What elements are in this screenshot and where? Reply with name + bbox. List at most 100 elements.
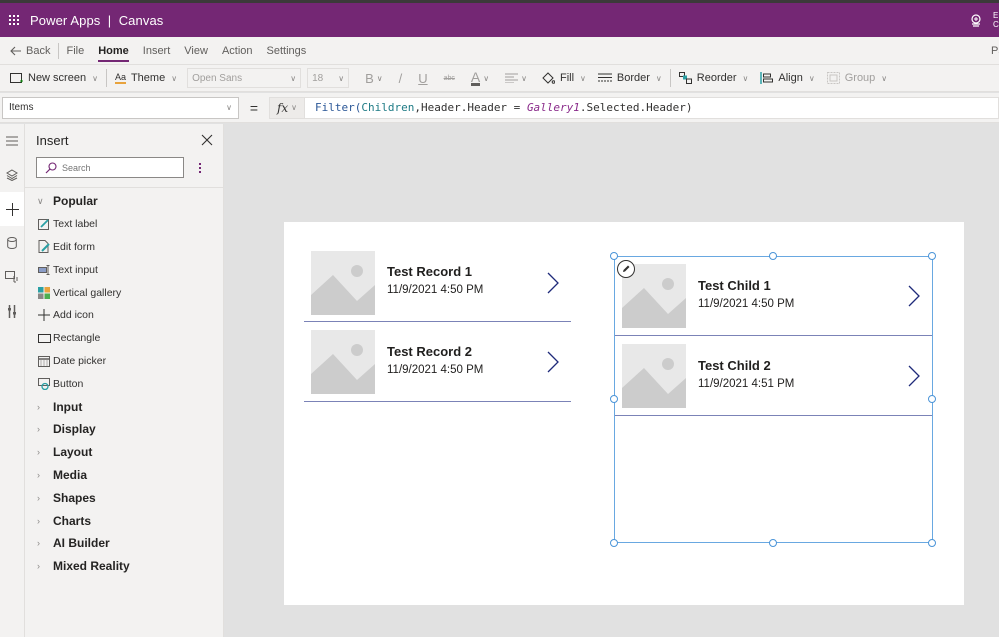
app-checker-icon[interactable] — [969, 13, 983, 27]
chevron-down-icon: ∨ — [171, 73, 178, 83]
fill-button[interactable]: Fill ∨ — [535, 65, 592, 92]
category-mixed-reality[interactable]: › Mixed Reality — [25, 555, 224, 578]
align-button[interactable]: Align ∨ — [754, 65, 820, 92]
date-picker-icon — [38, 355, 50, 367]
rail-insert[interactable] — [0, 192, 24, 226]
border-button[interactable]: Border ∨ — [592, 65, 668, 92]
close-icon[interactable] — [200, 133, 214, 147]
item-label: Vertical gallery — [53, 286, 122, 299]
category-label: Media — [53, 467, 88, 482]
insert-item-text-label[interactable]: Text label — [25, 213, 224, 236]
insert-search-box — [36, 157, 184, 178]
chevron-down-icon: ∨ — [580, 73, 586, 83]
insert-item-vertical-gallery[interactable]: Vertical gallery — [25, 281, 224, 304]
font-color-button[interactable]: A ∨ — [463, 70, 497, 86]
font-size-value: 18 — [312, 72, 324, 84]
group-button[interactable]: Group ∨ — [821, 65, 893, 92]
layers-icon — [6, 169, 18, 181]
tree-view-toggle[interactable] — [0, 124, 24, 158]
category-label: Layout — [53, 445, 93, 460]
chevron-right-icon: › — [37, 447, 40, 458]
category-input[interactable]: › Input — [25, 395, 224, 418]
app-screen[interactable]: Test Record 1 11/9/2021 4:50 PM Test Rec… — [284, 222, 964, 605]
chevron-right-icon: › — [37, 561, 40, 572]
edit-gallery-button[interactable] — [617, 260, 635, 278]
group-label: Group — [844, 72, 876, 84]
fx-button[interactable]: fx ∨ — [269, 96, 305, 119]
bold-icon: B — [365, 70, 374, 86]
chevron-down-icon: ∨ — [92, 73, 98, 83]
reorder-button[interactable]: Reorder ∨ — [673, 65, 755, 92]
fill-label: Fill — [559, 72, 575, 84]
formula-function: Filter( — [315, 101, 362, 114]
resize-handle-top-left[interactable] — [610, 252, 618, 260]
category-media[interactable]: › Media — [25, 464, 224, 487]
category-label: Input — [53, 399, 83, 414]
formula-input[interactable]: Filter(Children ,Header.Header = Gallery1… — [305, 96, 999, 119]
rail-media[interactable] — [0, 260, 24, 294]
record-title: Test Record 2 — [387, 344, 473, 359]
italic-button[interactable]: / — [391, 71, 411, 86]
menu-insert-label: Insert — [142, 44, 171, 57]
strikethrough-button[interactable]: abc — [436, 75, 463, 82]
resize-handle-middle-left[interactable] — [610, 395, 618, 403]
insert-item-add-icon[interactable]: Add icon — [25, 304, 224, 327]
back-button[interactable]: Back — [0, 42, 60, 59]
chevron-right-icon[interactable] — [547, 351, 559, 373]
resize-handle-bottom-center[interactable] — [769, 539, 777, 547]
media-icon — [5, 271, 18, 283]
insert-item-button[interactable]: Button — [25, 372, 224, 395]
category-charts[interactable]: › Charts — [25, 509, 224, 532]
item-label: Date picker — [53, 354, 107, 367]
menu-bar: Back File Home Insert View Action Settin… — [0, 37, 999, 65]
pane-divider — [25, 187, 224, 188]
group-icon — [826, 72, 840, 84]
font-family-select[interactable]: Open Sans ∨ — [187, 68, 302, 88]
more-options-icon[interactable] — [195, 159, 205, 177]
back-label: Back — [26, 44, 51, 57]
menu-insert[interactable]: Insert — [136, 37, 178, 65]
resize-handle-middle-right[interactable] — [928, 395, 936, 403]
menu-action[interactable]: Action — [215, 37, 260, 65]
item-label: Button — [53, 377, 84, 390]
reorder-icon — [678, 72, 692, 84]
resize-handle-top-center[interactable] — [769, 252, 777, 260]
chevron-right-icon: › — [37, 515, 40, 526]
gallery1-row[interactable]: Test Record 1 11/9/2021 4:50 PM — [304, 242, 571, 322]
row-separator — [304, 401, 571, 402]
category-ai-builder[interactable]: › AI Builder — [25, 532, 224, 555]
resize-handle-top-right[interactable] — [928, 252, 936, 260]
equals-sign: = — [249, 99, 259, 116]
resize-handle-bottom-right[interactable] — [928, 539, 936, 547]
insert-item-text-input[interactable]: Text input — [25, 258, 224, 281]
rail-data[interactable] — [0, 226, 24, 260]
underline-button[interactable]: U — [410, 71, 435, 86]
search-input[interactable] — [62, 162, 172, 173]
menu-file[interactable]: File — [59, 37, 91, 65]
category-layout[interactable]: › Layout — [25, 441, 224, 464]
gallery1-row[interactable]: Test Record 2 11/9/2021 4:50 PM — [304, 322, 571, 402]
menu-settings[interactable]: Settings — [260, 37, 314, 65]
resize-handle-bottom-left[interactable] — [610, 539, 618, 547]
property-select[interactable]: Items ∨ — [2, 96, 239, 119]
menu-home[interactable]: Home — [91, 37, 136, 65]
insert-item-rectangle[interactable]: Rectangle — [25, 327, 224, 350]
font-size-select[interactable]: 18 ∨ — [307, 68, 350, 88]
bold-button[interactable]: B ∨ — [357, 71, 391, 86]
theme-button[interactable]: Aa Theme ∨ — [109, 65, 183, 92]
menu-view[interactable]: View — [177, 37, 215, 65]
toolbar-separator — [105, 69, 107, 87]
new-screen-button[interactable]: New screen ∨ — [0, 65, 104, 92]
category-display[interactable]: › Display — [25, 418, 224, 441]
insert-item-date-picker[interactable]: Date picker — [25, 350, 224, 373]
category-popular[interactable]: ∨ Popular — [25, 190, 224, 213]
text-align-button[interactable]: ∨ — [497, 73, 535, 83]
category-shapes[interactable]: › Shapes — [25, 486, 224, 509]
rail-advanced-tools[interactable] — [0, 294, 24, 328]
insert-item-edit-form[interactable]: Edit form — [25, 236, 224, 259]
waffle-icon[interactable] — [0, 3, 28, 37]
item-label: Edit form — [53, 240, 96, 253]
rail-tree-view[interactable] — [0, 158, 24, 192]
menu-action-label: Action — [221, 44, 253, 57]
chevron-right-icon[interactable] — [547, 272, 559, 294]
